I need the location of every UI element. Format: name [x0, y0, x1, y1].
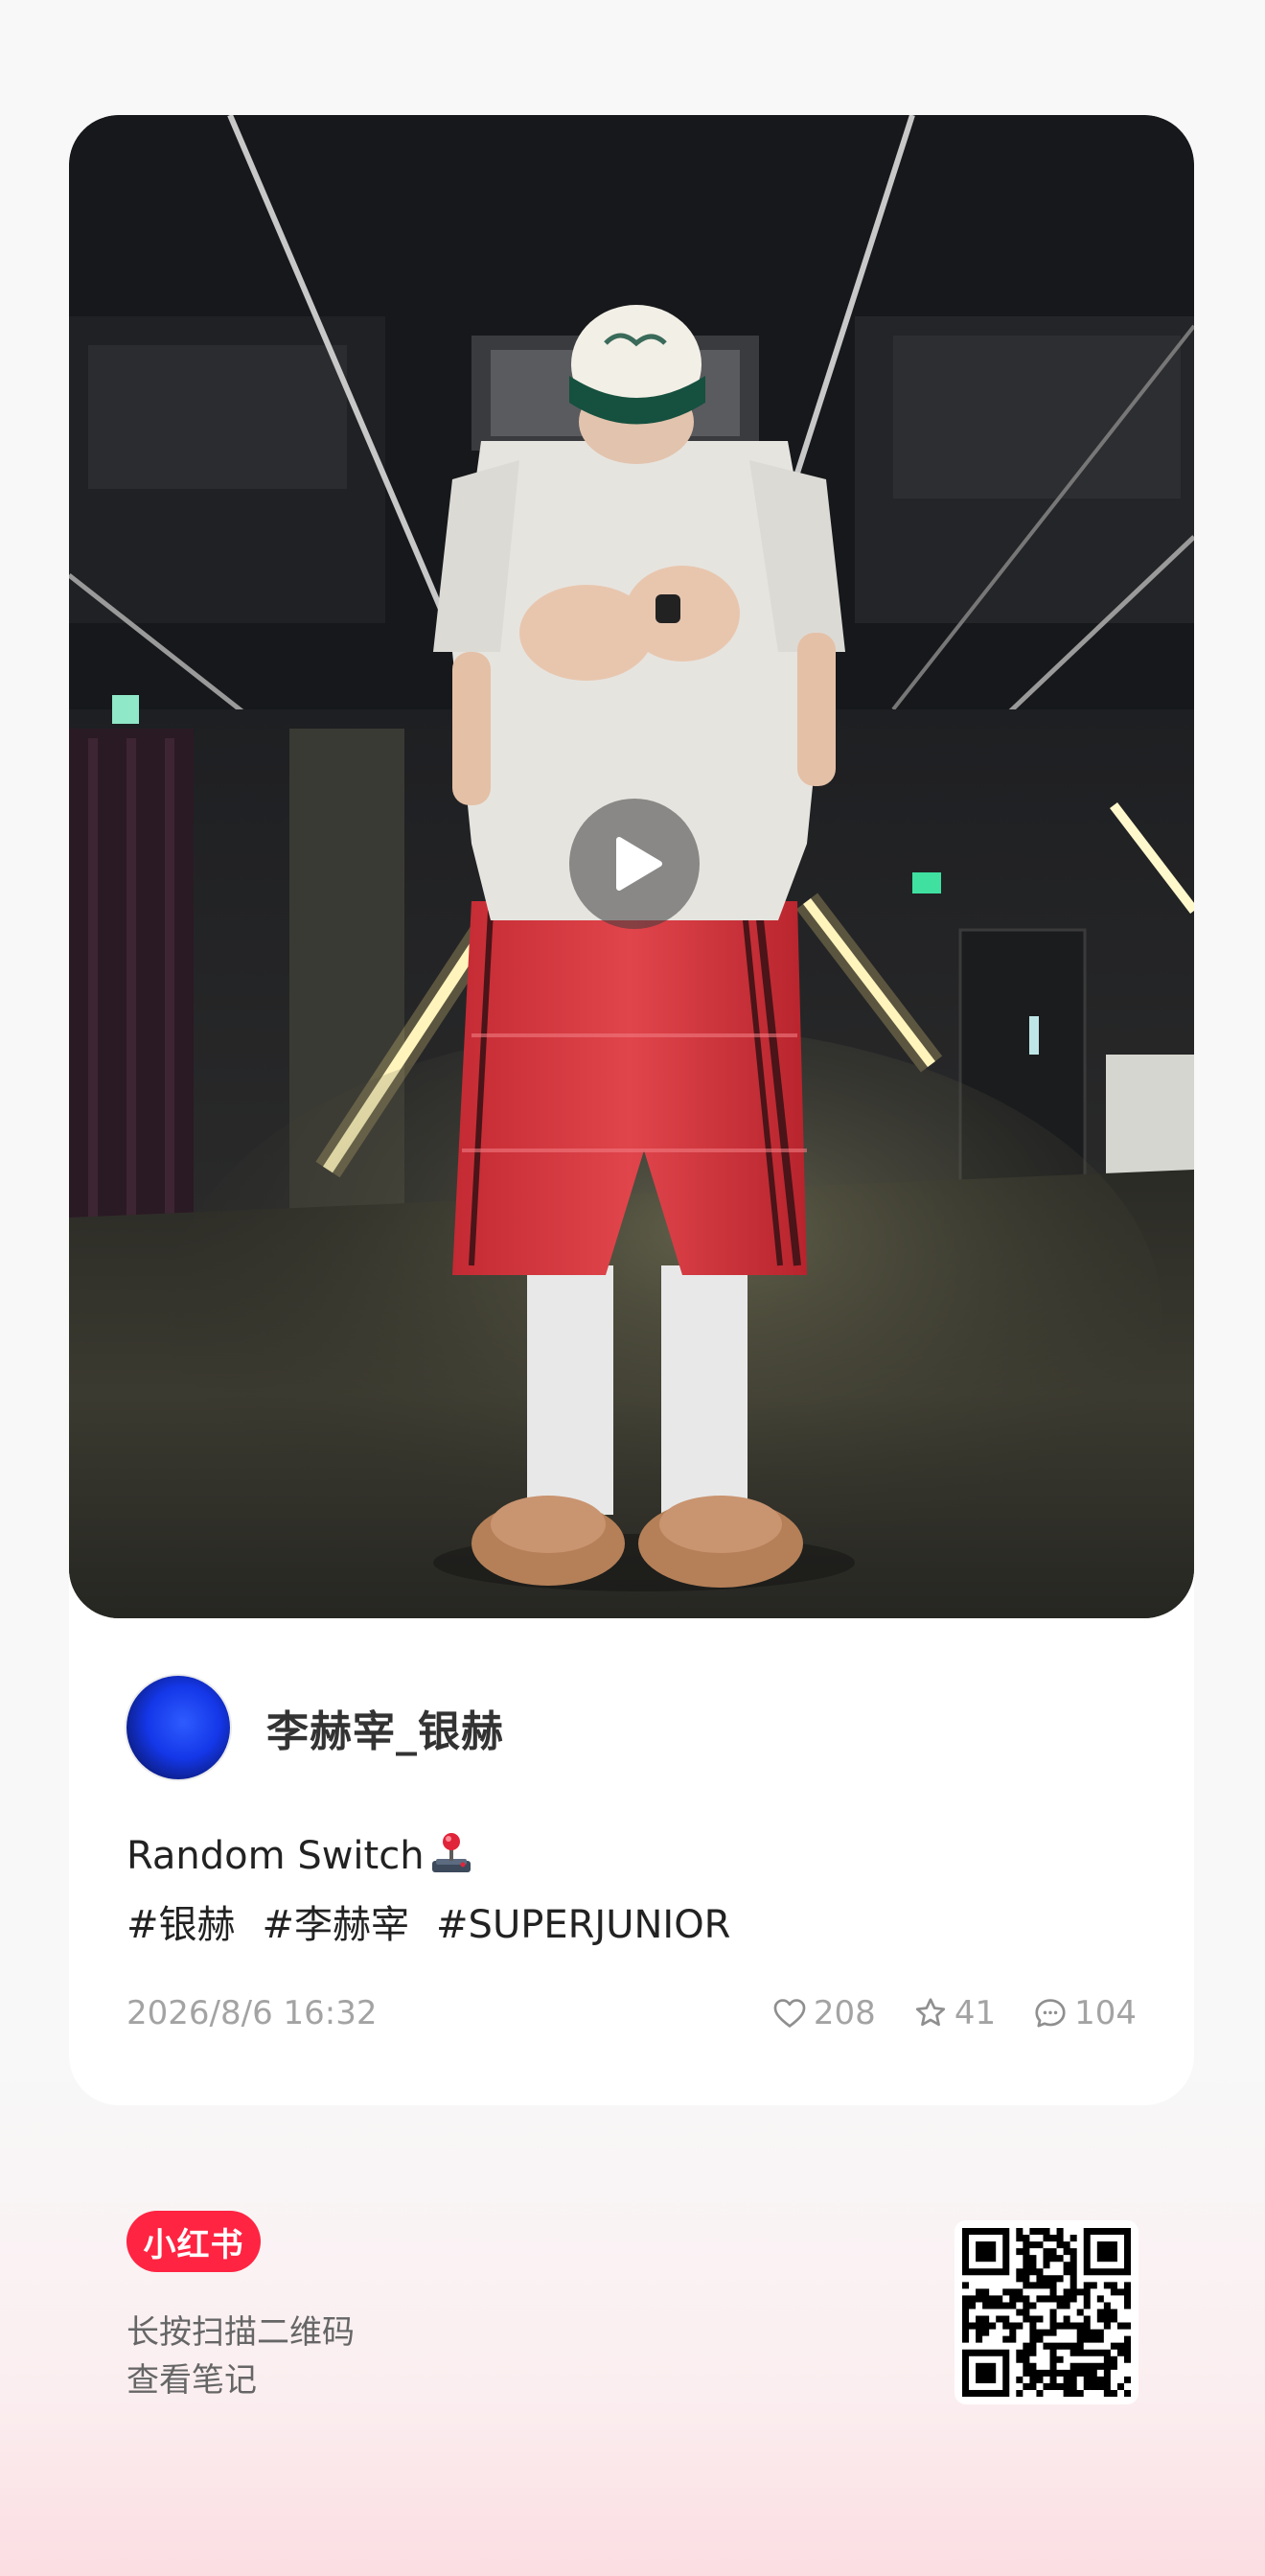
note-card: 李赫宰_银赫 Random Switch #银赫 #李赫宰 #SUPERJUNI…	[69, 115, 1194, 2105]
author-name[interactable]: 李赫宰_银赫	[266, 1697, 504, 1758]
favorite-button[interactable]: 41	[912, 1994, 996, 2032]
qr-finder-pattern	[962, 2228, 1010, 2276]
comment-count: 104	[1074, 1994, 1137, 2032]
joystick-icon	[431, 1833, 471, 1872]
qr-code-icon	[962, 2228, 1131, 2397]
heart-icon	[773, 1999, 806, 2028]
tag-link[interactable]: #SUPERJUNIOR	[436, 1898, 730, 1952]
author-row[interactable]: 李赫宰_银赫	[126, 1676, 504, 1779]
qr-code[interactable]	[954, 2220, 1138, 2404]
favorite-count: 41	[954, 1994, 997, 2032]
scan-hint-line1: 长按扫描二维码	[126, 2313, 355, 2352]
tag-list: #银赫 #李赫宰 #SUPERJUNIOR	[126, 1898, 757, 1952]
engagement-stats: 208 41 104	[735, 1994, 1137, 2032]
scan-hint-line2: 查看笔记	[126, 2361, 257, 2400]
tag-link[interactable]: #李赫宰	[263, 1898, 410, 1952]
note-meta: 2026/8/6 16:32 208 41 104	[126, 1992, 1137, 2034]
play-icon	[616, 837, 662, 891]
note-title: Random Switch	[126, 1829, 474, 1883]
tag-link[interactable]: #银赫	[126, 1898, 236, 1952]
star-icon	[915, 1998, 945, 2027]
comment-icon	[1035, 1999, 1066, 2028]
avatar[interactable]	[126, 1676, 230, 1779]
video-cover[interactable]	[69, 115, 1194, 1618]
note-title-text: Random Switch	[126, 1834, 425, 1878]
qr-finder-pattern	[962, 2349, 1010, 2397]
comment-button[interactable]: 104	[1032, 1994, 1137, 2032]
qr-finder-pattern	[1083, 2228, 1131, 2276]
like-button[interactable]: 208	[771, 1994, 876, 2032]
play-button[interactable]	[569, 799, 700, 929]
xiaohongshu-logo: 小红书	[126, 2211, 261, 2272]
post-date: 2026/8/6 16:32	[126, 1994, 378, 2032]
like-count: 208	[813, 1994, 876, 2032]
scan-hint: 长按扫描二维码 查看笔记	[126, 2309, 355, 2404]
